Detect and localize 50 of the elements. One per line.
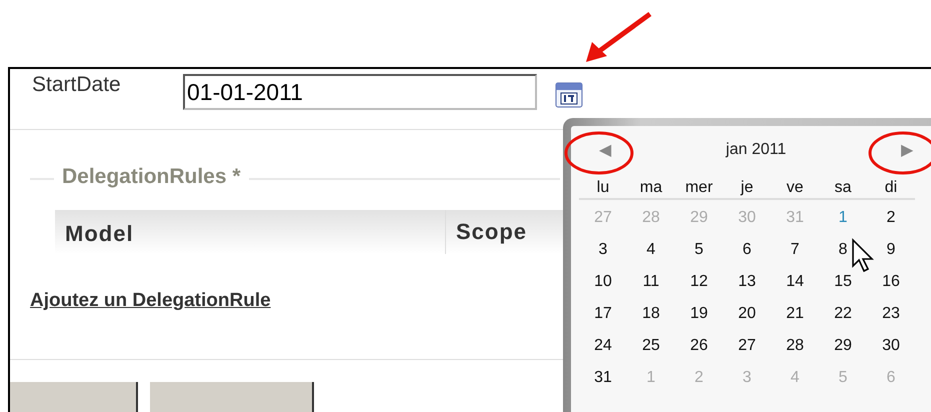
calendar-day[interactable]: 14 — [771, 273, 819, 291]
calendar-day[interactable]: 16 — [867, 273, 915, 291]
calendar-day[interactable]: 21 — [771, 305, 819, 323]
column-header: Model — [55, 210, 446, 254]
calendar-day[interactable]: 15 — [819, 273, 867, 291]
calendar-day[interactable]: 30 — [867, 337, 915, 355]
column-header: Scope — [455, 219, 528, 246]
calendar-day[interactable]: 1 — [819, 209, 867, 227]
calendar-day[interactable]: 7 — [771, 241, 819, 259]
weekday-label: di — [884, 179, 898, 197]
calendar-day[interactable]: 20 — [723, 305, 771, 323]
annotation-arrow — [586, 12, 652, 62]
calendar-day[interactable]: 11 — [627, 273, 675, 291]
weekday-label: ve — [786, 179, 804, 197]
form-button[interactable] — [10, 382, 138, 412]
calendar-day[interactable]: 25 — [627, 337, 675, 355]
calendar-day[interactable]: 9 — [867, 241, 915, 259]
mouse-cursor-icon — [851, 238, 877, 274]
calendar-icon[interactable] — [554, 81, 584, 109]
calendar-day[interactable]: 13 — [723, 273, 771, 291]
calendar-day[interactable]: 12 — [675, 273, 723, 291]
calendar-day[interactable]: 3 — [579, 241, 627, 259]
calendar-day[interactable]: 19 — [675, 305, 723, 323]
calendar-day[interactable]: 17 — [579, 305, 627, 323]
calendar-day[interactable]: 22 — [819, 305, 867, 323]
calendar-day[interactable]: 18 — [627, 305, 675, 323]
calendar-day[interactable]: 2 — [867, 209, 915, 227]
field-label: StartDate — [32, 73, 122, 97]
calendar-day[interactable]: 4 — [627, 241, 675, 259]
section-legend: DelegationRules * — [54, 165, 249, 190]
calendar-day[interactable]: 23 — [867, 305, 915, 323]
calendar-day[interactable]: 6 — [723, 241, 771, 259]
calendar-day[interactable]: 28 — [771, 337, 819, 355]
weekday-label: lu — [596, 179, 610, 197]
date-field[interactable]: 01-01-2011 — [183, 74, 537, 110]
weekday-label: ma — [638, 179, 664, 197]
calendar-day[interactable]: 27 — [723, 337, 771, 355]
calendar-day[interactable]: 24 — [579, 337, 627, 355]
weekday-label: mer — [684, 179, 714, 197]
calendar-day[interactable]: 26 — [675, 337, 723, 355]
weekday-label: sa — [834, 179, 852, 197]
month-title: jan 2011 — [726, 141, 786, 159]
weekday-label: je — [739, 179, 754, 197]
calendar-day[interactable]: 31 — [579, 369, 627, 387]
calendar-day[interactable]: 10 — [579, 273, 627, 291]
calendar-day[interactable]: 5 — [675, 241, 723, 259]
form-button[interactable] — [150, 382, 314, 412]
add-link[interactable]: Ajoutez un DelegationRule — [30, 290, 271, 312]
calendar-day[interactable]: 29 — [819, 337, 867, 355]
annotation-circle — [564, 132, 634, 174]
